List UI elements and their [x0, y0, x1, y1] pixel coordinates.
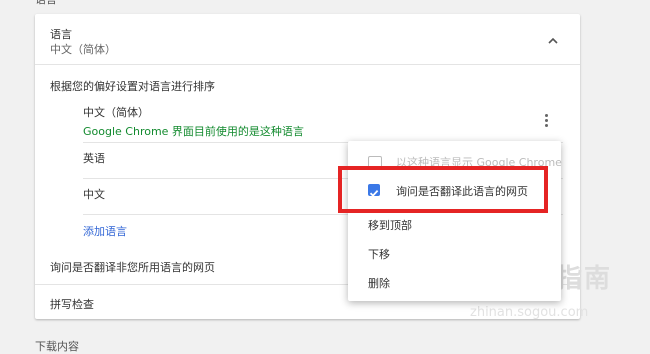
language-item-name: 中文 — [83, 188, 105, 201]
order-hint: 根据您的偏好设置对语言进行排序 — [50, 80, 215, 93]
menu-item-move-down[interactable]: 下移 — [368, 246, 390, 262]
language-item-name: 英语 — [83, 152, 105, 165]
language-item-note: Google Chrome 界面目前使用的是这种语言 — [83, 125, 304, 138]
translate-prompt-label: 询问是否翻译非您所用语言的网页 — [50, 261, 215, 274]
more-options-icon[interactable] — [545, 114, 549, 129]
highlight-annotation — [338, 166, 548, 213]
watermark-url: zhinan.sogou.com — [470, 305, 589, 320]
language-item-name: 中文（简体） — [83, 106, 149, 119]
add-language-link[interactable]: 添加语言 — [83, 223, 127, 239]
bottom-section-label: 下载内容 — [35, 340, 79, 353]
language-current-value: 中文（简体） — [50, 43, 116, 56]
top-section-label: 语言 — [35, 0, 57, 7]
divider — [35, 64, 580, 65]
spell-check-label: 拼写检查 — [50, 298, 94, 311]
chevron-up-icon[interactable] — [547, 35, 559, 47]
menu-item-remove[interactable]: 删除 — [368, 275, 390, 291]
language-context-menu: 以这种语言显示 Google Chrome 询问是否翻译此语言的网页 移到顶部 … — [348, 141, 562, 301]
language-title: 语言 — [50, 28, 72, 41]
menu-item-move-to-top[interactable]: 移到顶部 — [368, 217, 412, 233]
